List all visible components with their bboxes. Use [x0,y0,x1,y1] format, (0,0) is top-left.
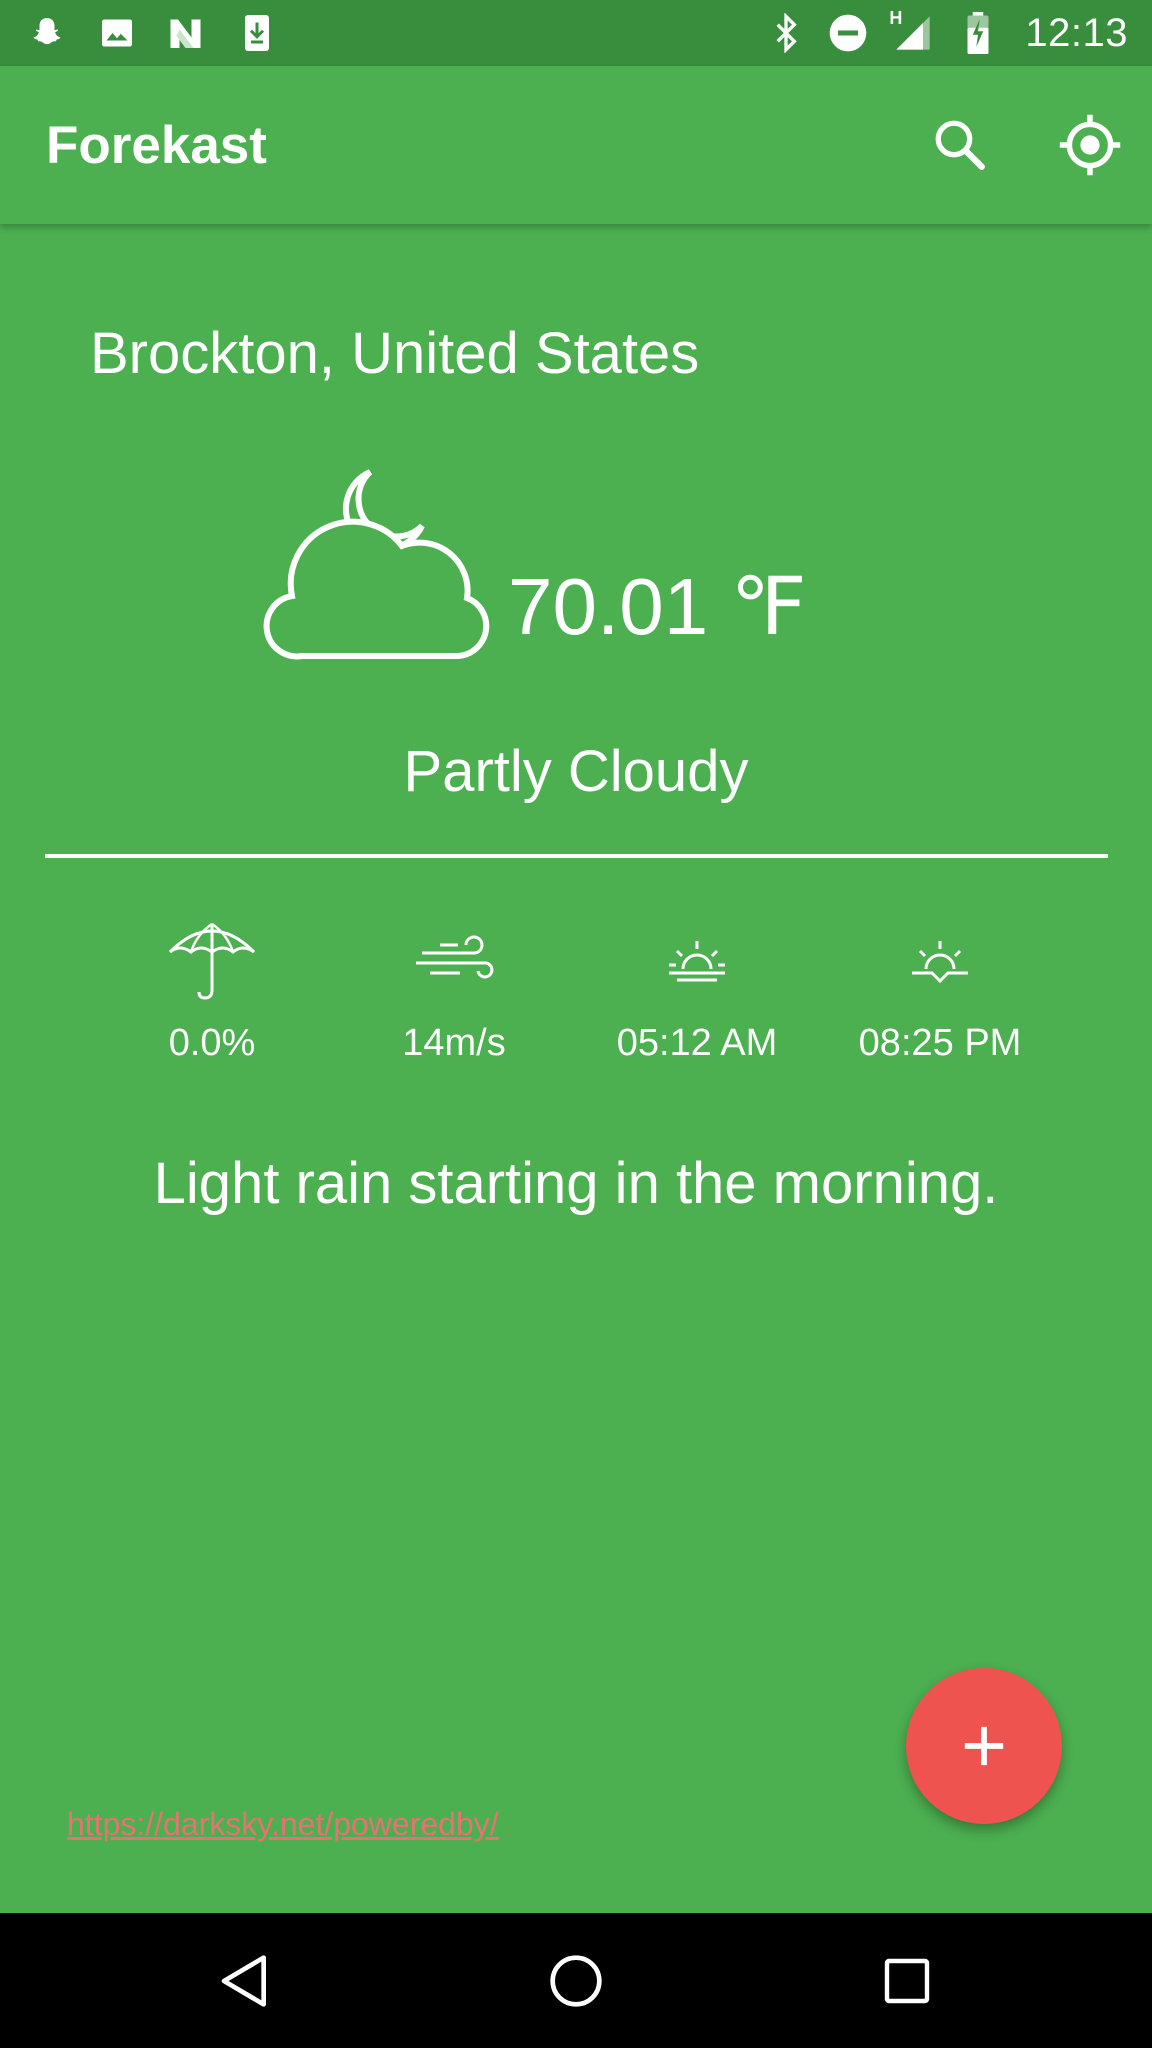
temperature: 70.01 ℉ [508,562,807,651]
wind-stat: 14m/s [334,920,574,1065]
notification-icons [26,12,278,54]
snapchat-icon [26,12,68,54]
sunrise-value: 05:12 AM [616,1022,778,1064]
precipitation-stat: 0.0% [92,920,332,1065]
back-icon [221,1954,267,2007]
location-name: Brockton, United States [90,321,700,386]
recents-icon [884,1958,929,2003]
search-icon [935,120,985,170]
powered-by-link[interactable]: https://darksky.net/poweredby/ [67,1806,499,1843]
precipitation-value: 0.0% [168,1022,256,1064]
back-button[interactable] [185,1921,305,2041]
weather-screen: H 12:13 Forekast Brockton, United States… [0,0,1152,2048]
system-icons: H 12:13 [765,8,1128,56]
image-icon [96,12,138,54]
sunset-stat: 08:25 PM [820,920,1060,1065]
forecast-text: Light rain starting in the morning. [153,1151,999,1216]
status-bar: H 12:13 [0,0,1152,66]
home-button[interactable] [516,1921,636,2041]
search-button[interactable] [910,95,1010,195]
add-icon [964,1726,1004,1766]
navigation-bar [0,1913,1152,2048]
divider [45,854,1108,858]
sunset-icon [912,941,968,984]
umbrella-icon [168,922,256,1000]
battery-charging-icon [957,12,999,54]
n-app-icon [166,12,208,54]
wind-icon [416,935,494,979]
recents-button[interactable] [847,1921,967,2041]
status-time: 12:13 [1025,10,1128,55]
app-title: Forekast [46,115,267,175]
partly-cloudy-night-icon [263,469,490,660]
network-type-label: H [889,8,903,28]
sunset-value: 08:25 PM [858,1022,1022,1064]
sunrise-icon [669,941,725,982]
wind-value: 14m/s [402,1022,506,1064]
do-not-disturb-icon [827,12,869,54]
my-location-button[interactable] [1040,95,1140,195]
signal-icon: H [889,8,937,54]
add-location-button[interactable] [906,1668,1062,1824]
bluetooth-icon [765,12,807,54]
sunrise-stat: 05:12 AM [577,920,817,1065]
app-bar: Forekast [0,66,1152,224]
my-location-icon [1059,114,1121,176]
weather-summary: Partly Cloudy [403,739,749,804]
download-icon [236,12,278,54]
home-icon [550,1954,602,2007]
